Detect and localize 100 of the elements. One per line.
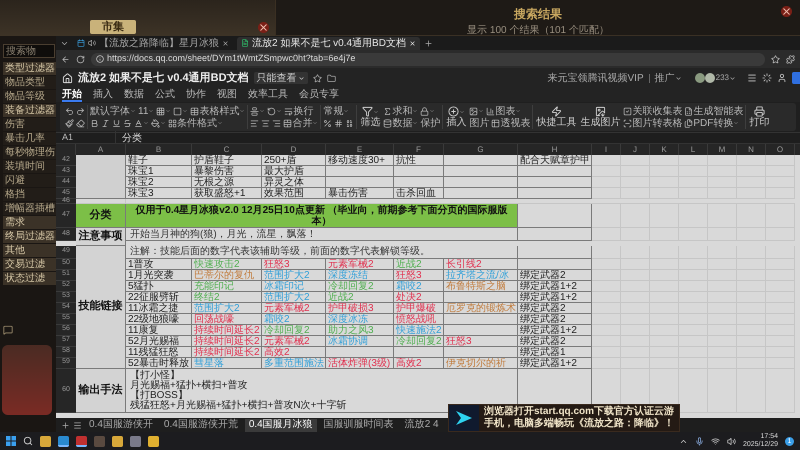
toolbar-icon-button[interactable] [90,117,99,129]
toolbar-button[interactable]: 表格样式 [190,105,246,117]
close-icon[interactable] [222,40,229,46]
avatar[interactable] [704,73,715,83]
promo-link[interactable]: 来元宝领腾讯视频VIP [548,70,644,86]
toolbar-icon-button[interactable] [250,105,266,117]
star-icon[interactable] [312,74,322,82]
taskbar-app-icon[interactable] [58,436,69,446]
folder-icon[interactable] [326,74,336,82]
filter-item[interactable]: 类型过滤器 [3,62,59,75]
toolbar-button[interactable]: 条件格式 [168,117,223,129]
toolbar-icon-button[interactable] [151,117,166,129]
filter-item[interactable]: 终局过滤器 [3,230,59,243]
reload-icon[interactable] [76,54,85,64]
toolbar-button[interactable]: 生成智能表 [684,105,744,117]
toolbar-icon-button[interactable] [156,105,172,117]
toolbar-icon-button[interactable] [334,117,344,129]
sync-icon[interactable] [762,73,772,83]
filter-item[interactable]: 增幅器插槽 [3,202,59,215]
filter-item[interactable]: 装填时间 [3,160,59,173]
toolbar-button[interactable]: 图片 [469,117,490,129]
toolbar-icon-button[interactable] [323,117,332,129]
start-icon[interactable] [6,436,16,446]
volume-icon[interactable] [726,436,736,446]
toolbar-button[interactable]: 换行 [284,105,314,117]
filter-item[interactable]: 伤害 [3,118,59,131]
filter-item[interactable]: 闪避 [3,174,59,187]
toolbar-icon-button[interactable] [112,117,121,129]
taskbar-app-icon[interactable] [76,436,87,446]
menu-tab[interactable]: 协作 [186,89,206,102]
toolbar-icon-button[interactable] [76,105,85,117]
sheet-list-icon[interactable] [73,420,82,430]
toolbar-button[interactable]: 数据 [383,117,418,129]
toolbar-button[interactable]: 默认字体 [90,105,136,117]
sheet-tab[interactable]: 国服驯服时间表 [320,418,398,432]
menu-icon[interactable] [747,73,757,83]
filter-item[interactable]: 状态过滤 [3,272,59,285]
toolbar-button[interactable]: 保护 [420,117,440,129]
sheet-tab[interactable]: 0.4国服游侠开荒 [160,418,242,432]
filter-item[interactable]: 交易过滤 [3,258,59,271]
toolbar-button[interactable]: 关联收集表 [623,105,682,117]
filter-item[interactable]: 物品等级 [3,90,59,103]
menu-tab[interactable]: 会员专享 [299,89,339,102]
extension-icon[interactable] [786,54,795,64]
browser-tab[interactable]: 【流放之路降临】星月冰狼 [73,36,233,50]
toolbar-icon-button[interactable] [101,117,110,129]
toolbar-button[interactable]: 生成图片 [579,104,622,130]
menu-tab[interactable]: 插入 [93,89,113,102]
toolbar-button[interactable]: 11 [138,105,154,117]
toolbar-icon-button[interactable] [420,105,436,117]
toolbar-icon-button[interactable] [65,117,74,129]
toolbar-button[interactable]: 透视表 [491,117,530,129]
search-icon[interactable] [23,436,33,446]
filter-item[interactable]: 装备过滤器 [3,104,59,117]
taskbar-app-icon[interactable] [148,436,159,446]
new-tab-icon[interactable] [424,38,433,48]
toolbar-button[interactable]: 合并 [283,117,318,129]
menu-tab[interactable]: 效率工具 [248,89,288,102]
view-mode-button[interactable]: 只能查看 [254,72,308,84]
toolbar-icon-button[interactable] [267,105,282,117]
promote-button[interactable]: 推广 [654,70,682,86]
search-field[interactable]: 搜索物 [3,44,55,58]
filter-item[interactable]: 需求 [3,216,59,229]
toolbar-button[interactable]: 打印 [748,104,770,130]
toolbar-icon-button[interactable] [173,105,188,117]
address-bar[interactable]: https://docs.qq.com/sheet/DYm1tWmtZSmpwc0ht?tab=6e4j7e [91,52,765,66]
toolbar-button[interactable]: 筛选 [359,104,382,130]
filter-item[interactable]: 格挡 [3,188,59,201]
filter-item[interactable]: 其他 [3,244,59,257]
toolbar-button[interactable]: 图表 [486,105,522,117]
taskbar-app-icon[interactable] [130,436,141,446]
back-icon[interactable] [61,54,70,64]
filter-item[interactable]: 暴击几率 [3,132,59,145]
toolbar-icon-button[interactable] [134,117,149,129]
toolbar-button[interactable]: PDF转换 [684,117,740,129]
taskbar-app-icon[interactable] [112,436,123,446]
filter-item[interactable]: 物品类型 [3,76,59,89]
user-icon[interactable] [777,73,787,83]
add-sheet-icon[interactable] [61,420,70,430]
toolbar-button[interactable]: 图片转表格 [623,117,682,129]
toolbar-icon-button[interactable] [123,117,132,129]
menu-tab[interactable]: 公式 [155,89,175,102]
toolbar-icon-button[interactable] [469,105,484,117]
toolbar-button[interactable]: 常规 [323,105,350,117]
microphone-icon[interactable] [694,436,704,446]
toolbar-button[interactable]: 快捷工具 [535,104,578,130]
avatar[interactable] [694,73,705,83]
toolbar-button[interactable]: 插入 [445,104,468,130]
close-icon[interactable] [781,6,792,17]
toolbar-icon-button[interactable] [65,105,74,117]
filter-item[interactable]: 每秒物理伤 [3,146,59,159]
toolbar-icon-button[interactable] [76,117,85,129]
browser-tab[interactable]: 流放2 如果不是七 v0.4通用BD文档 [237,36,420,50]
sheet-tab[interactable]: 0.4国服游侠开 [85,418,157,432]
home-icon[interactable] [62,72,73,84]
ad-popup[interactable]: 浏览器打开start.qq.com下载官方认证云游 手机，电脑多端畅玩《流放之路：降临》！ [448,404,680,432]
toolbar-button[interactable]: 求和 [383,105,418,117]
sheet-tab[interactable]: 0.4国服月冰狼 [244,418,317,432]
close-icon[interactable] [258,22,269,33]
network-icon[interactable] [710,436,720,446]
